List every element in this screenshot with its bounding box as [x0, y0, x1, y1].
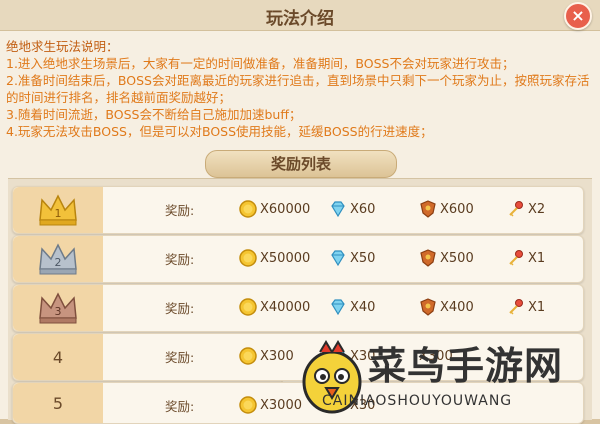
diamond-icon	[331, 299, 345, 316]
gold-reward: X300	[239, 344, 294, 368]
rules-line: 4.玩家无法攻击BOSS，但是可以对BOSS使用技能，延缓BOSS的行进速度；	[6, 124, 433, 139]
gold-coin-icon	[239, 396, 257, 414]
rank-cell: 1	[13, 187, 103, 233]
gold-crown-icon: 1	[39, 194, 77, 226]
shield-amount: X600	[440, 201, 474, 217]
key-icon	[509, 201, 523, 217]
gold-amount: X40000	[260, 299, 311, 315]
panel-header: 玩法介绍 ×	[0, 0, 600, 31]
gold-reward: X40000	[239, 295, 310, 319]
bronze-crown-icon: 3	[39, 292, 77, 324]
crown-rank-number: 2	[55, 256, 62, 269]
rules-line: 3.随着时间流逝，BOSS会不断给自己施加加速buff；	[6, 107, 302, 122]
rules-line: 2.准备时间结束后，BOSS会对距离最近的玩家进行追击，直到场景中只剩下一个玩家…	[6, 73, 590, 105]
reward-label: 奖励:	[165, 350, 195, 365]
reward-row-rank-3: 3 奖励: X40000 X40 X400 X1	[12, 284, 584, 332]
diamond-icon	[331, 250, 345, 267]
key-amount: X2	[528, 201, 546, 217]
gold-coin-icon	[239, 200, 257, 218]
reward-label: 奖励:	[165, 252, 195, 267]
rules-panel: 玩法介绍 × 绝地求生玩法说明： 1.进入绝地求生场景后，大家有一定的时间做准备…	[0, 0, 600, 424]
diamond-reward: X50	[329, 246, 375, 270]
rules-heading: 绝地求生玩法说明：	[6, 39, 119, 54]
rank-cell: 4	[13, 334, 103, 380]
rank-number: 5	[52, 393, 64, 413]
diamond-reward: X60	[329, 197, 375, 221]
shield-amount: X500	[440, 250, 474, 266]
shield-icon	[420, 298, 436, 316]
gold-reward: X50000	[239, 246, 310, 270]
key-reward: X1	[507, 295, 545, 319]
key-reward: X2	[507, 197, 545, 221]
gold-coin-icon	[239, 249, 257, 267]
shield-reward: X600	[419, 197, 474, 221]
crown-rank-number: 3	[55, 305, 62, 318]
rank-cell: 3	[13, 285, 103, 331]
key-amount: X1	[528, 250, 546, 266]
shield-icon	[420, 249, 436, 267]
reward-label: 奖励:	[165, 301, 195, 316]
gold-amount: X50000	[260, 250, 311, 266]
gold-reward: X60000	[239, 197, 310, 221]
reward-row-rank-2: 2 奖励: X50000 X50 X500 X1	[12, 235, 584, 283]
gold-coin-icon	[239, 347, 257, 365]
rewards-list-tab: 奖励列表	[205, 150, 397, 178]
reward-label: 奖励:	[165, 203, 195, 218]
panel-title: 玩法介绍	[266, 9, 334, 29]
key-icon	[509, 299, 523, 315]
rank-number: 4	[52, 347, 64, 367]
shield-icon	[420, 200, 436, 218]
rank-cell: 2	[13, 236, 103, 282]
diamond-reward: X40	[329, 295, 375, 319]
close-button[interactable]: ×	[564, 2, 592, 30]
shield-reward: X400	[419, 295, 474, 319]
silver-crown-icon: 2	[39, 243, 77, 275]
key-amount: X1	[528, 299, 546, 315]
key-icon	[509, 250, 523, 266]
watermark-subtext: CAINIAOSHOUYOUWANG	[322, 393, 513, 409]
diamond-amount: X40	[350, 299, 376, 315]
diamond-amount: X60	[350, 201, 376, 217]
diamond-amount: X50	[350, 250, 376, 266]
reward-label: 奖励:	[165, 399, 195, 414]
shield-amount: X400	[440, 299, 474, 315]
key-reward: X1	[507, 246, 545, 270]
watermark-text: 菜鸟手游网	[368, 344, 564, 388]
gold-amount: X300	[260, 348, 294, 364]
close-icon: ×	[571, 6, 585, 25]
diamond-icon	[331, 201, 345, 218]
rank-cell: 5	[13, 383, 103, 423]
reward-row-rank-1: 1 奖励: X60000 X60 X600 X2	[12, 186, 584, 234]
rules-description: 绝地求生玩法说明： 1.进入绝地求生场景后，大家有一定的时间做准备，准备期间，B…	[6, 38, 596, 140]
shield-reward: X500	[419, 246, 474, 270]
crown-rank-number: 1	[55, 207, 62, 220]
gold-amount: X60000	[260, 201, 311, 217]
gold-coin-icon	[239, 298, 257, 316]
rules-line: 1.进入绝地求生场景后，大家有一定的时间做准备，准备期间，BOSS不会对玩家进行…	[6, 56, 515, 71]
